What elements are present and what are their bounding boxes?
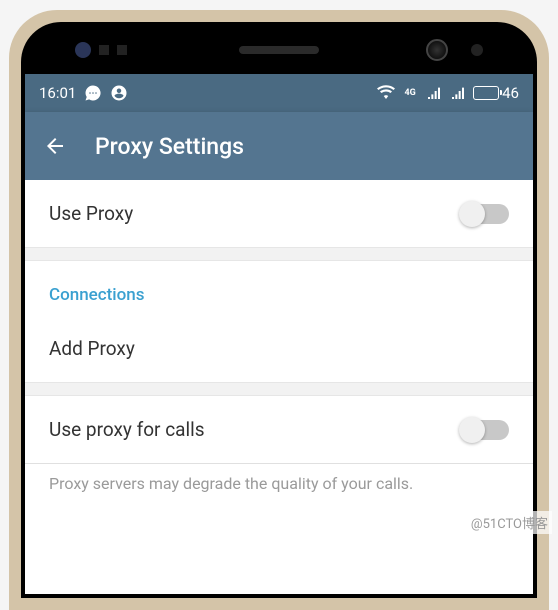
use-proxy-label: Use Proxy (49, 202, 133, 225)
use-proxy-row[interactable]: Use Proxy (25, 180, 533, 247)
connections-header: Connections (25, 261, 533, 315)
proxy-hint-text: Proxy servers may degrade the quality of… (25, 464, 533, 517)
screen: 16:01 4G (25, 74, 533, 594)
user-icon (110, 84, 128, 102)
use-proxy-calls-row[interactable]: Use proxy for calls (25, 396, 533, 463)
use-proxy-toggle[interactable] (461, 204, 509, 224)
add-proxy-row[interactable]: Add Proxy (25, 315, 533, 382)
status-bar: 16:01 4G (25, 74, 533, 112)
section-divider (25, 382, 533, 396)
settings-content: Use Proxy Connections Add Proxy Use prox… (25, 180, 533, 517)
front-camera-icon (426, 39, 448, 61)
led-icon (471, 44, 483, 56)
watermark: @51CTO博客 (467, 511, 552, 534)
phone-bezel: 16:01 4G (21, 22, 537, 598)
app-bar: Proxy Settings (25, 112, 533, 180)
battery-level: 46 (502, 84, 519, 102)
sensor-icon (75, 42, 91, 58)
back-button[interactable] (43, 134, 67, 158)
signal-4g-icon: 4G (401, 84, 419, 102)
signal-bars-icon (449, 84, 467, 102)
section-divider (25, 247, 533, 261)
speaker-grille (239, 46, 319, 54)
sensor-icon (117, 45, 127, 55)
status-time: 16:01 (39, 84, 76, 102)
wifi-icon (377, 84, 395, 102)
battery-icon (473, 86, 499, 100)
add-proxy-label: Add Proxy (49, 337, 135, 360)
sensor-icon (99, 45, 109, 55)
chat-icon (84, 84, 102, 102)
use-proxy-calls-label: Use proxy for calls (49, 418, 205, 441)
phone-hardware-top (25, 26, 533, 74)
use-proxy-calls-toggle[interactable] (461, 420, 509, 440)
signal-bars-icon (425, 84, 443, 102)
page-title: Proxy Settings (95, 133, 244, 160)
battery-indicator: 46 (473, 84, 519, 102)
